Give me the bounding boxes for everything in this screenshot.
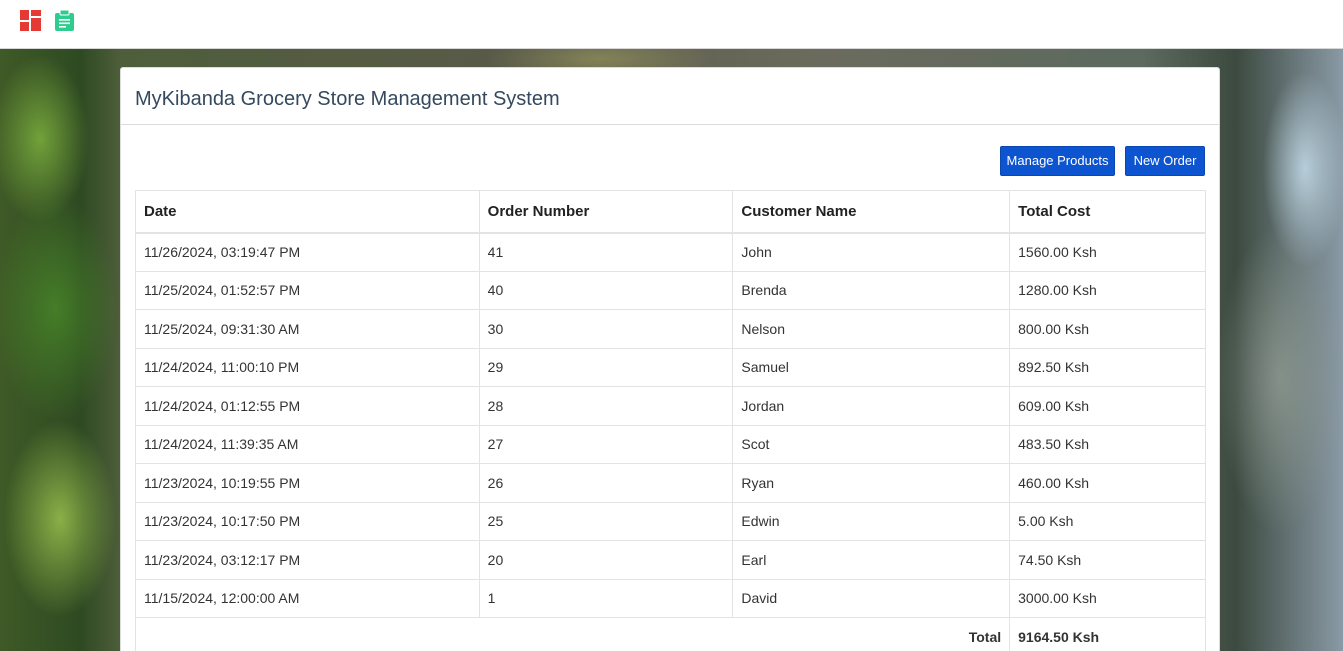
customer-name-cell: Ryan <box>732 463 1011 503</box>
order-date-cell: 11/24/2024, 01:12:55 PM <box>135 386 480 426</box>
order-date-cell: 11/24/2024, 11:39:35 AM <box>135 424 480 464</box>
order-date-cell: 11/25/2024, 01:52:57 PM <box>135 270 480 310</box>
total-value: 9164.50 Ksh <box>1009 617 1206 651</box>
order-number-cell: 28 <box>478 386 734 426</box>
card-header: MyKibanda Grocery Store Management Syste… <box>121 68 1219 125</box>
table-row: 11/24/2024, 11:00:10 PM 29 Samuel 892.50 Ks… <box>135 347 1206 387</box>
page-title: MyKibanda Grocery Store Management Syste… <box>135 88 560 110</box>
orders-card: MyKibanda Grocery Store Management Syste… <box>120 67 1220 651</box>
order-number-cell: 30 <box>478 309 734 349</box>
customer-name-cell: Samuel <box>732 347 1011 387</box>
order-number-cell: 26 <box>478 463 734 503</box>
order-date-cell: 11/23/2024, 10:19:55 PM <box>135 463 480 503</box>
order-date-cell: 11/26/2024, 03:19:47 PM <box>135 232 480 272</box>
customer-name-cell: David <box>732 578 1011 618</box>
total-cost-cell: 1280.00 Ksh <box>1009 270 1206 310</box>
total-label: Total <box>134 617 1011 651</box>
total-cost-cell: 800.00 Ksh <box>1009 309 1206 349</box>
total-cost-cell: 74.50 Ksh <box>1009 540 1206 580</box>
table-row: 11/23/2024, 10:19:55 PM 26 Ryan 460.00 Ksh <box>135 463 1206 503</box>
total-cost-cell: 483.50 Ksh <box>1009 424 1206 464</box>
column-header-customer-name: Customer Name <box>732 190 1011 234</box>
column-header-total-cost: Total Cost <box>1009 190 1206 234</box>
customer-name-cell: Jordan <box>732 386 1011 426</box>
column-header-order-number: Order Number <box>478 190 734 234</box>
order-date-cell: 11/23/2024, 10:17:50 PM <box>135 501 480 541</box>
total-cost-cell: 460.00 Ksh <box>1009 463 1206 503</box>
orders-table: Date Order Number Customer Name Total Co… <box>134 190 1206 651</box>
order-number-cell: 20 <box>478 540 734 580</box>
order-number-cell: 27 <box>478 424 734 464</box>
total-cost-cell: 3000.00 Ksh <box>1009 578 1206 618</box>
order-date-cell: 11/24/2024, 11:00:10 PM <box>135 347 480 387</box>
order-number-cell: 25 <box>478 501 734 541</box>
order-date-cell: 11/23/2024, 03:12:17 PM <box>135 540 480 580</box>
order-number-cell: 29 <box>478 347 734 387</box>
customer-name-cell: Scot <box>732 424 1011 464</box>
dashboard-icon[interactable] <box>20 10 41 31</box>
order-date-cell: 11/25/2024, 09:31:30 AM <box>135 309 480 349</box>
clipboard-icon[interactable] <box>54 10 75 31</box>
table-row: 11/24/2024, 11:39:35 AM 27 Scot 483.50 Ksh <box>135 424 1206 464</box>
order-number-cell: 1 <box>478 578 734 618</box>
table-row: 11/25/2024, 01:52:57 PM 40 Brenda 1280.00 K… <box>135 270 1206 310</box>
customer-name-cell: Earl <box>732 540 1011 580</box>
table-row: 11/23/2024, 10:17:50 PM 25 Edwin 5.00 Ksh <box>135 501 1206 541</box>
top-navbar <box>0 0 1343 49</box>
table-row: 11/23/2024, 03:12:17 PM 20 Earl 74.50 Ksh <box>135 540 1206 580</box>
total-cost-cell: 609.00 Ksh <box>1009 386 1206 426</box>
new-order-button[interactable]: New Order <box>1125 146 1205 176</box>
customer-name-cell: Edwin <box>732 501 1011 541</box>
order-number-cell: 40 <box>478 270 734 310</box>
total-cost-cell: 1560.00 Ksh <box>1009 232 1206 272</box>
table-row: 11/15/2024, 12:00:00 AM 1 David 3000.00 Ksh <box>135 578 1206 618</box>
manage-products-button[interactable]: Manage Products <box>1000 146 1115 176</box>
total-cost-cell: 5.00 Ksh <box>1009 501 1206 541</box>
customer-name-cell: John <box>732 232 1011 272</box>
total-cost-cell: 892.50 Ksh <box>1009 347 1206 387</box>
column-header-date: Date <box>135 190 480 234</box>
order-date-cell: 11/15/2024, 12:00:00 AM <box>135 578 480 618</box>
customer-name-cell: Nelson <box>732 309 1011 349</box>
table-row: 11/26/2024, 03:19:47 PM 41 John 1560.00 Ksh <box>135 232 1206 272</box>
order-number-cell: 41 <box>478 232 734 272</box>
table-header-row: Date Order Number Customer Name Total Co… <box>135 190 1206 234</box>
table-row: 11/25/2024, 09:31:30 AM 30 Nelson 800.00 Ks… <box>135 309 1206 349</box>
customer-name-cell: Brenda <box>732 270 1011 310</box>
table-row: 11/24/2024, 01:12:55 PM 28 Jordan 609.00 Ks… <box>135 386 1206 426</box>
total-row: Total 9164.50 Ksh <box>134 617 1206 651</box>
